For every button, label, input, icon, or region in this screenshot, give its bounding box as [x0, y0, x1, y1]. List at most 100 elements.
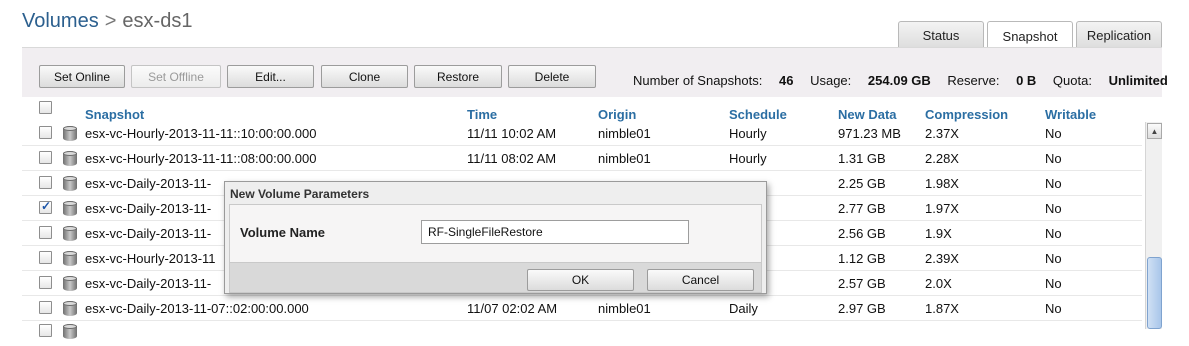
snapshot-name: esx-vc-Daily-2013-11- [85, 176, 212, 191]
snapshot-origin: nimble01 [598, 301, 651, 316]
table-row[interactable]: esx-vc-Hourly-2013-11-11::08:00:00.000 1… [22, 146, 1142, 171]
dialog-footer: OK Cancel [229, 263, 762, 293]
usage-label: Usage: [810, 73, 852, 88]
snapshots-value: 46 [778, 73, 794, 88]
database-icon [63, 126, 77, 141]
snapshot-new-data: 2.57 GB [838, 276, 886, 291]
row-checkbox[interactable] [39, 151, 52, 164]
column-origin[interactable]: Origin [598, 107, 636, 122]
snapshot-writable: No [1045, 201, 1062, 216]
row-checkbox[interactable] [39, 126, 52, 139]
row-checkbox[interactable] [39, 176, 52, 189]
table-header: Snapshot Time Origin Schedule New Data C… [22, 100, 1162, 122]
reserve-value: 0 B [1016, 73, 1037, 88]
snapshot-writable: No [1045, 276, 1062, 291]
snapshot-new-data: 2.56 GB [838, 226, 886, 241]
table-row[interactable] [22, 321, 1142, 346]
volume-name-label: Volume Name [240, 225, 326, 240]
column-schedule[interactable]: Schedule [729, 107, 787, 122]
snapshot-new-data: 1.12 GB [838, 251, 886, 266]
volume-name-input[interactable] [421, 220, 689, 244]
row-checkbox[interactable] [39, 324, 52, 337]
new-volume-dialog: New Volume Parameters Volume Name OK Can… [224, 181, 767, 294]
restore-button[interactable]: Restore [414, 65, 502, 88]
database-icon [63, 251, 77, 266]
snapshot-compression: 1.97X [925, 201, 959, 216]
breadcrumb-current: esx-ds1 [122, 10, 193, 32]
snapshot-compression: 1.9X [925, 226, 952, 241]
snapshot-schedule: Hourly [729, 151, 767, 166]
page-title: Volumes > esx-ds1 [22, 10, 192, 33]
snapshot-name: esx-vc-Hourly-2013-11-11::10:00:00.000 [85, 126, 317, 141]
row-checkbox[interactable] [39, 301, 52, 314]
cancel-button[interactable]: Cancel [647, 269, 754, 291]
tab-status[interactable]: Status [898, 21, 984, 47]
table-row[interactable]: esx-vc-Hourly-2013-11-11::10:00:00.000 1… [22, 121, 1142, 146]
row-checkbox[interactable] [39, 276, 52, 289]
ok-button[interactable]: OK [527, 269, 634, 291]
snapshot-compression: 2.37X [925, 126, 959, 141]
snapshot-compression: 2.0X [925, 276, 952, 291]
tab-snapshot[interactable]: Snapshot [987, 21, 1073, 48]
snapshot-compression: 1.98X [925, 176, 959, 191]
snapshot-new-data: 2.97 GB [838, 301, 886, 316]
row-checkbox[interactable] [39, 251, 52, 264]
database-icon [63, 176, 77, 191]
edit-button[interactable]: Edit... [227, 65, 314, 88]
snapshot-time: 11/07 02:02 AM [467, 301, 558, 316]
snapshot-name: esx-vc-Hourly-2013-11 [85, 251, 216, 266]
snapshot-name: esx-vc-Daily-2013-11- [85, 201, 212, 216]
database-icon [63, 201, 77, 216]
scrollbar-thumb[interactable] [1147, 257, 1162, 329]
snapshot-compression: 2.28X [925, 151, 959, 166]
snapshot-new-data: 2.77 GB [838, 201, 886, 216]
snapshot-compression: 2.39X [925, 251, 959, 266]
column-time[interactable]: Time [467, 107, 497, 122]
scroll-up-icon[interactable]: ▲ [1147, 123, 1162, 139]
snapshot-time: 11/11 10:02 AM [467, 126, 557, 141]
toolbar: Set Online Set Offline Edit... Clone Res… [22, 47, 1168, 97]
column-snapshot[interactable]: Snapshot [85, 107, 144, 122]
database-icon [63, 276, 77, 291]
database-icon [63, 226, 77, 241]
tab-replication[interactable]: Replication [1076, 21, 1162, 47]
database-icon [63, 151, 77, 166]
row-checkbox[interactable] [39, 226, 52, 239]
snapshot-writable: No [1045, 151, 1062, 166]
snapshot-writable: No [1045, 251, 1062, 266]
snapshot-origin: nimble01 [598, 126, 651, 141]
snapshot-name: esx-vc-Daily-2013-11-07::02:00:00.000 [85, 301, 309, 316]
column-compression[interactable]: Compression [925, 107, 1008, 122]
snapshot-compression: 1.87X [925, 301, 959, 316]
snapshot-name: esx-vc-Hourly-2013-11-11::08:00:00.000 [85, 151, 317, 166]
dialog-body: Volume Name [229, 204, 762, 263]
clone-button[interactable]: Clone [321, 65, 408, 88]
set-online-button[interactable]: Set Online [39, 65, 125, 88]
row-checkbox[interactable] [39, 199, 52, 214]
table-scrollbar[interactable]: ▲ [1145, 122, 1162, 329]
snapshot-schedule: Daily [729, 301, 758, 316]
delete-button[interactable]: Delete [508, 65, 596, 88]
breadcrumb-separator: > [104, 10, 117, 32]
snapshot-name: esx-vc-Daily-2013-11- [85, 226, 212, 241]
snapshot-origin: nimble01 [598, 151, 651, 166]
database-icon [63, 324, 77, 339]
set-offline-button: Set Offline [131, 65, 221, 88]
select-all-checkbox[interactable] [39, 101, 52, 114]
snapshots-label: Number of Snapshots: [633, 73, 763, 88]
snapshot-stats: Number of Snapshots: 46 Usage: 254.09 GB… [633, 73, 1181, 88]
snapshot-new-data: 2.25 GB [838, 176, 886, 191]
snapshot-writable: No [1045, 176, 1062, 191]
column-new-data[interactable]: New Data [838, 107, 897, 122]
snapshot-writable: No [1045, 226, 1062, 241]
snapshot-schedule: Hourly [729, 126, 767, 141]
usage-value: 254.09 GB [867, 73, 931, 88]
breadcrumb-root[interactable]: Volumes [22, 10, 99, 32]
snapshot-time: 11/11 08:02 AM [467, 151, 557, 166]
snapshot-new-data: 971.23 MB [838, 126, 901, 141]
table-row[interactable]: esx-vc-Daily-2013-11-07::02:00:00.000 11… [22, 296, 1142, 321]
snapshot-writable: No [1045, 126, 1062, 141]
column-writable[interactable]: Writable [1045, 107, 1096, 122]
quota-label: Quota: [1052, 73, 1092, 88]
snapshot-new-data: 1.31 GB [838, 151, 886, 166]
